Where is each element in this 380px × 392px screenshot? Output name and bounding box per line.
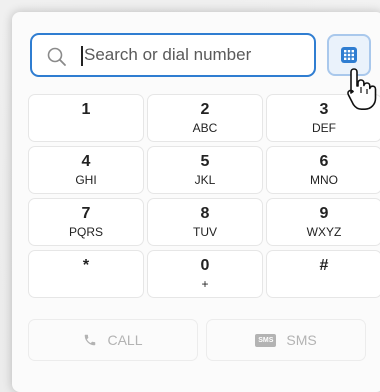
key-letters: MNO <box>310 173 338 187</box>
dial-key-4[interactable]: 4 GHI <box>28 146 144 194</box>
key-digit: 5 <box>200 153 210 170</box>
hand-cursor-icon <box>347 68 377 110</box>
dial-key-9[interactable]: 9 WXYZ <box>266 198 380 246</box>
dial-key-6[interactable]: 6 MNO <box>266 146 380 194</box>
dial-key-0[interactable]: 0 + <box>147 250 263 298</box>
call-button[interactable]: CALL <box>28 319 198 361</box>
key-digit: 7 <box>81 205 91 222</box>
dial-key-8[interactable]: 8 TUV <box>147 198 263 246</box>
key-letters: PQRS <box>68 225 103 239</box>
dial-key-2[interactable]: 2 ABC <box>147 94 263 142</box>
sms-button[interactable]: SMS SMS <box>206 319 366 361</box>
search-icon <box>47 47 66 66</box>
key-letters: GHI <box>75 173 97 187</box>
key-digit: # <box>319 257 329 274</box>
phone-icon <box>85 334 96 346</box>
key-letters: DEF <box>312 121 336 135</box>
key-letters: + <box>201 277 209 291</box>
sms-label: SMS <box>286 332 317 348</box>
key-digit: 2 <box>200 101 210 118</box>
key-letters: TUV <box>193 225 217 239</box>
key-digit: 4 <box>81 153 91 170</box>
dial-key-7[interactable]: 7 PQRS <box>28 198 144 246</box>
key-digit: 8 <box>200 205 210 222</box>
text-caret <box>81 46 83 66</box>
search-field[interactable] <box>30 33 316 77</box>
key-digit: * <box>82 257 90 274</box>
dial-key-5[interactable]: 5 JKL <box>147 146 263 194</box>
key-digit: 1 <box>81 101 91 118</box>
dialpad-icon <box>341 47 357 63</box>
key-letters: WXYZ <box>306 225 342 239</box>
dial-key-1[interactable]: 1 <box>28 94 144 142</box>
key-digit: 0 <box>200 257 210 274</box>
sms-icon: SMS <box>255 333 277 347</box>
key-digit: 6 <box>319 153 329 170</box>
dial-key-star[interactable]: * <box>28 250 144 298</box>
call-label: CALL <box>107 332 143 348</box>
key-digit: 9 <box>319 205 329 222</box>
key-letters: JKL <box>194 173 216 187</box>
key-letters: ABC <box>192 121 218 135</box>
dial-key-hash[interactable]: # <box>266 250 380 298</box>
search-input[interactable] <box>84 41 304 69</box>
